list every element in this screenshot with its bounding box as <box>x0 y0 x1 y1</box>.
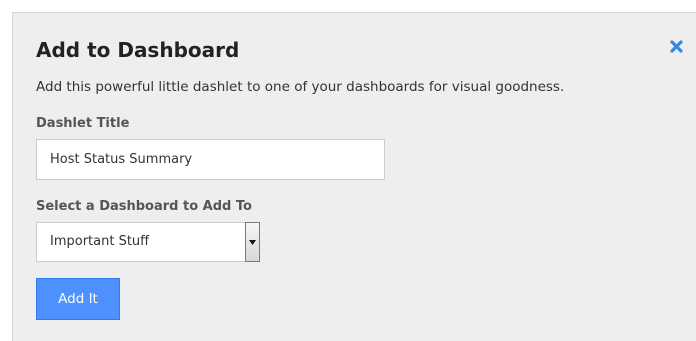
close-icon[interactable] <box>666 36 686 56</box>
add-it-button[interactable]: Add It <box>36 278 120 320</box>
triangle-down-icon <box>249 239 256 245</box>
dropdown-arrow-icon[interactable] <box>245 222 260 262</box>
add-to-dashboard-dialog: Add to Dashboard Add this powerful littl… <box>12 12 696 341</box>
dashboard-select[interactable]: Important Stuff <box>36 222 260 262</box>
dashboard-select-value: Important Stuff <box>50 234 150 249</box>
dashlet-title-input[interactable] <box>36 139 385 180</box>
dashboard-select-label: Select a Dashboard to Add To <box>36 199 252 214</box>
dialog-description: Add this powerful little dashlet to one … <box>36 79 565 95</box>
dashlet-title-label: Dashlet Title <box>36 116 130 131</box>
close-x-icon <box>669 39 683 53</box>
dialog-title: Add to Dashboard <box>36 38 240 62</box>
